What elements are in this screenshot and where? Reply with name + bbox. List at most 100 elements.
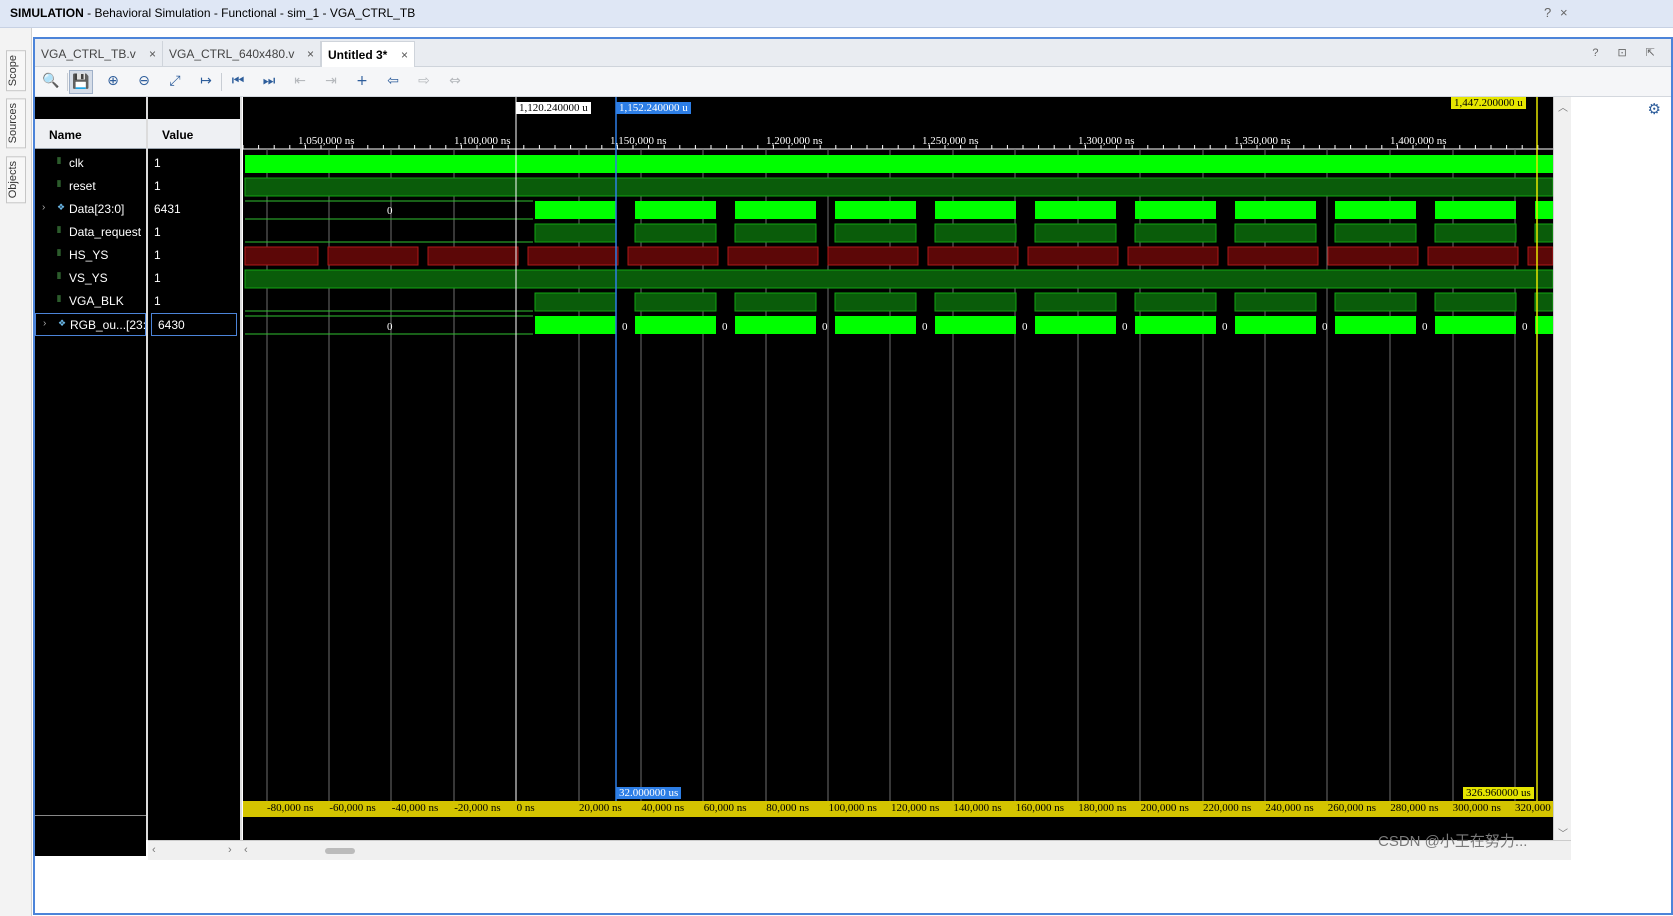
previous-transition-icon[interactable]: ⇤ <box>288 70 312 94</box>
panel-window-icons[interactable]: ? ⊡ ⇱ <box>1592 46 1663 59</box>
signal-row-clk[interactable]: ⦀ clk <box>35 152 146 175</box>
data-request-high <box>834 223 917 243</box>
help-icon[interactable]: ? <box>1544 5 1551 20</box>
ruler-tick-label: 1,350,000 ns <box>1234 135 1291 147</box>
search-icon[interactable]: 🔍 <box>39 70 63 94</box>
expand-chevron-icon[interactable]: › <box>43 318 46 329</box>
window-title: SIMULATION - Behavioral Simulation - Fun… <box>10 6 416 20</box>
main-cursor-label[interactable]: 1,152.240000 u <box>616 102 691 114</box>
vga-blk-high <box>634 292 717 312</box>
hs-ys-wave <box>727 246 819 266</box>
save-icon[interactable]: 💾 <box>69 70 93 94</box>
hs-ys-wave <box>1227 246 1319 266</box>
ruler-tick-label: 1,150,000 ns <box>610 135 667 147</box>
tab-vga-ctrl-tb[interactable]: VGA_CTRL_TB.v × <box>35 41 163 67</box>
settings-gear-icon[interactable]: ⚙ <box>1648 100 1661 118</box>
tab-untitled-3[interactable]: Untitled 3* × <box>321 41 415 67</box>
relative-ruler-label: 180,000 ns <box>1078 802 1127 814</box>
editor-tab-bar: VGA_CTRL_TB.v × VGA_CTRL_640x480.v × Untit… <box>35 39 1671 67</box>
relative-ruler-label: 20,000 ns <box>579 802 622 814</box>
zoom-out-icon[interactable]: ⊖ <box>132 70 156 94</box>
value-column-header[interactable]: Value <box>148 119 240 149</box>
scroll-left-icon[interactable]: ‹ <box>152 844 156 856</box>
side-panel-strip: Scope Sources Objects <box>0 28 32 916</box>
relative-ruler-label: 0 ns <box>516 802 535 814</box>
relative-ruler-label: 220,000 ns <box>1203 802 1252 814</box>
scroll-thumb[interactable] <box>325 848 355 854</box>
rgb-gap-value: 0 <box>922 321 928 333</box>
signal-row-data-request[interactable]: ⦀ Data_request <box>35 221 146 244</box>
signal-row-data[interactable]: › ❖ Data[23:0] <box>35 198 146 221</box>
next-marker-icon[interactable]: ⇨ <box>412 70 436 94</box>
vga-blk-high <box>1434 292 1517 312</box>
wave-splitter[interactable] <box>240 97 242 840</box>
value-clk: 1 <box>154 156 161 170</box>
tab-close-icon[interactable]: × <box>307 47 314 61</box>
hs-ys-wave <box>927 246 1019 266</box>
watermark: CSDN @小王在努力... <box>1378 833 1528 850</box>
signal-row-vga-blk[interactable]: ⦀ VGA_BLK <box>35 290 146 313</box>
hs-ys-wave <box>327 246 419 266</box>
vga-blk-high <box>1334 292 1417 312</box>
tab-close-icon[interactable]: × <box>401 48 408 62</box>
tab-close-icon[interactable]: × <box>149 47 156 61</box>
go-to-start-icon[interactable]: ⏮ <box>226 70 250 94</box>
scroll-left-icon[interactable]: ‹ <box>244 844 248 856</box>
data-bus-segment <box>1435 201 1516 219</box>
hs-ys-wave <box>527 246 619 266</box>
marker-label[interactable]: 1,120.240000 u <box>516 102 591 114</box>
horizontal-scrollbar[interactable]: ‹ › ‹ <box>148 840 1571 860</box>
signal-row-hs-ys[interactable]: ⦀ HS_YS <box>35 244 146 267</box>
hs-ys-wave <box>1427 246 1519 266</box>
delta-time-label: 32.000000 us <box>616 787 682 799</box>
data-bus-value: 0 <box>387 205 393 217</box>
relative-ruler-label: 320,000 ns <box>1515 802 1553 814</box>
rgb-gap-value: 0 <box>1222 321 1228 333</box>
bus-signal-icon: ❖ <box>58 319 67 329</box>
relative-ruler-label: 160,000 ns <box>1015 802 1065 814</box>
value-rgb-out[interactable]: 6430 <box>151 313 237 336</box>
vertical-scrollbar[interactable]: ︿ ﹀ <box>1553 97 1571 840</box>
side-tab-sources[interactable]: Sources <box>6 98 26 149</box>
bit-signal-icon: ⦀ <box>57 157 61 167</box>
rgb-bus-segment <box>935 316 1016 334</box>
relative-ruler-label: -40,000 ns <box>391 802 439 814</box>
previous-marker-icon[interactable]: ⇦ <box>381 70 405 94</box>
add-marker-icon[interactable]: + <box>350 70 374 94</box>
relative-ruler-label: -60,000 ns <box>329 802 376 814</box>
signal-row-vs-ys[interactable]: ⦀ VS_YS <box>35 267 146 290</box>
vga-blk-high <box>1134 292 1217 312</box>
relative-ruler-label: 280,000 ns <box>1390 802 1439 814</box>
zoom-in-icon[interactable]: ⊕ <box>101 70 125 94</box>
waveform-svg[interactable] <box>243 97 1553 840</box>
zoom-fit-icon[interactable]: ⤢ <box>163 70 187 94</box>
signal-row-reset[interactable]: ⦀ reset <box>35 175 146 198</box>
data-bus-segment <box>635 201 716 219</box>
relative-ruler-label: 240,000 ns <box>1265 802 1314 814</box>
go-to-cursor-icon[interactable]: ↦ <box>194 70 218 94</box>
go-to-end-icon[interactable]: ⏭ <box>257 70 281 94</box>
expand-chevron-icon[interactable]: › <box>42 202 45 213</box>
tab-vga-ctrl-640x480[interactable]: VGA_CTRL_640x480.v × <box>163 41 321 67</box>
end-cursor-label[interactable]: 1,447.200000 u <box>1451 97 1526 109</box>
waveform-canvas[interactable]: 1,120.240000 u 1,152.240000 u 1,447.2000… <box>243 97 1553 840</box>
rgb-bus-segment <box>1035 316 1116 334</box>
scroll-down-icon[interactable]: ﹀ <box>1558 825 1568 840</box>
relative-ruler-label: 120,000 ns <box>891 802 940 814</box>
next-transition-icon[interactable]: ⇥ <box>319 70 343 94</box>
side-tab-scope[interactable]: Scope <box>6 50 26 92</box>
swap-cursors-icon[interactable]: ⇔ <box>443 70 467 94</box>
rgb-bus-segment <box>1135 316 1216 334</box>
close-icon[interactable]: × <box>1560 5 1568 20</box>
side-tab-objects[interactable]: Objects <box>6 156 26 204</box>
scroll-up-icon[interactable]: ︿ <box>1558 99 1568 114</box>
vga-blk-high <box>534 292 617 312</box>
data-request-high <box>1434 223 1517 243</box>
data-request-high <box>734 223 817 243</box>
scroll-right-icon[interactable]: › <box>228 844 232 856</box>
name-column-header[interactable]: Name <box>35 119 146 149</box>
value-vga-blk: 1 <box>154 294 161 308</box>
signal-row-rgb-out[interactable]: › ❖ RGB_ou...[23:0] <box>35 313 156 336</box>
waveform-panel: VGA_CTRL_TB.v × VGA_CTRL_640x480.v × Untit… <box>33 37 1673 915</box>
data-request-high <box>934 223 1017 243</box>
